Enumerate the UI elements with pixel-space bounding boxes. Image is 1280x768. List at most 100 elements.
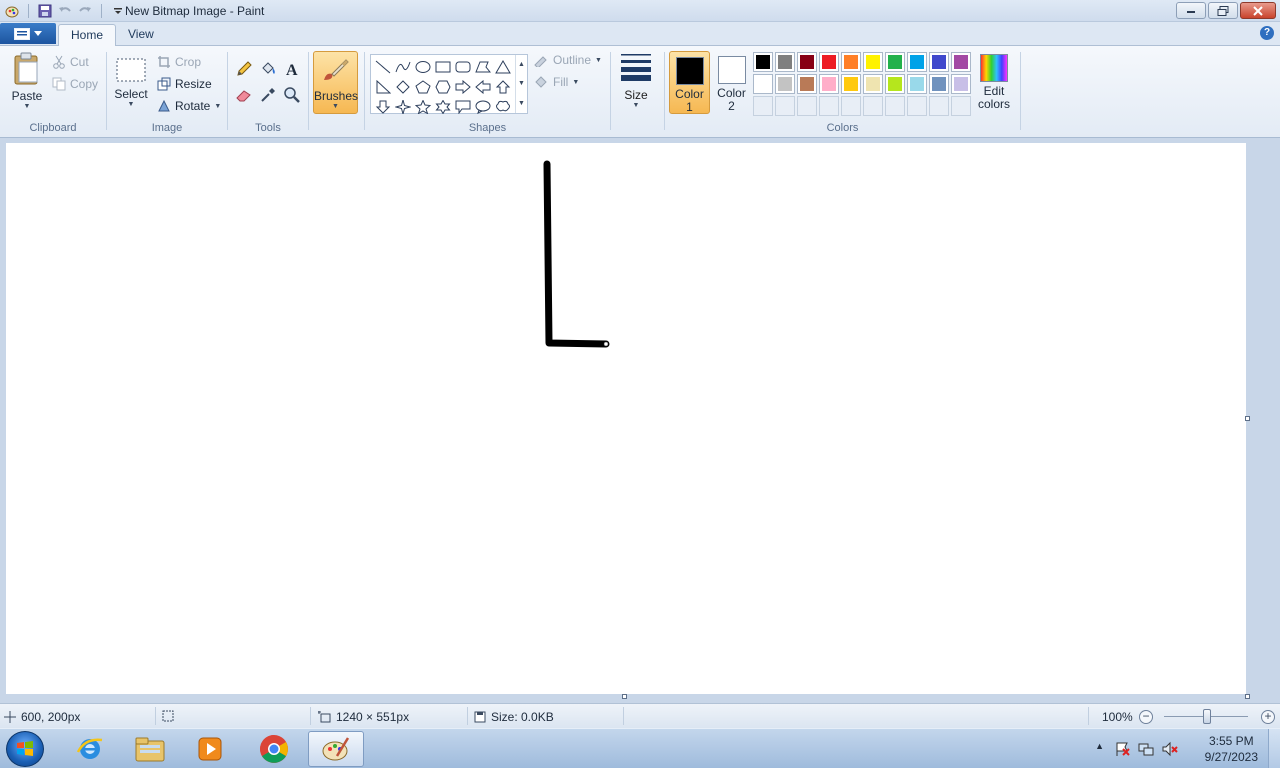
show-hidden-icons-icon[interactable]: ▲	[1095, 741, 1104, 751]
save-icon[interactable]	[37, 3, 53, 19]
network-icon[interactable]	[1138, 741, 1154, 757]
polygon-shape-icon[interactable]	[473, 58, 493, 76]
drawing-canvas[interactable]	[6, 143, 1246, 694]
action-center-flag-icon[interactable]	[1114, 741, 1130, 757]
four-point-star-shape-icon[interactable]	[393, 98, 413, 116]
undo-icon[interactable]	[57, 3, 73, 19]
chevron-down-icon: ▼	[632, 102, 640, 109]
hexagon-shape-icon[interactable]	[433, 78, 453, 96]
five-point-star-shape-icon[interactable]	[413, 98, 433, 116]
copy-button[interactable]: Copy	[52, 77, 98, 91]
cursor-position: 600, 200px	[4, 710, 80, 724]
shapes-scrollbar[interactable]: ▲ ▼ ▼	[515, 55, 527, 113]
resize-button[interactable]: Resize	[157, 77, 212, 91]
size-button[interactable]: Size ▼	[617, 51, 655, 114]
crosshair-icon	[4, 711, 16, 723]
tab-view[interactable]: View	[116, 24, 166, 46]
triangle-shape-icon[interactable]	[493, 58, 513, 76]
clipboard-group: Paste ▼ Cut Copy Clipboard	[0, 48, 106, 136]
tab-home[interactable]: Home	[58, 24, 117, 47]
taskbar-paint[interactable]	[308, 731, 364, 767]
eraser-icon[interactable]	[233, 84, 255, 106]
image-group: Select ▼ Crop Resize Rotate ▼ Image	[107, 48, 227, 136]
paste-icon	[14, 52, 38, 85]
fill-icon[interactable]	[257, 58, 279, 80]
canvas-workspace	[0, 138, 1280, 703]
six-point-star-shape-icon[interactable]	[433, 98, 453, 116]
redo-icon[interactable]	[77, 3, 93, 19]
scroll-up-icon[interactable]: ▲	[518, 61, 525, 68]
diamond-shape-icon[interactable]	[393, 78, 413, 96]
left-arrow-shape-icon[interactable]	[473, 78, 493, 96]
line-shape-icon[interactable]	[373, 58, 393, 76]
taskbar-media-player[interactable]	[182, 731, 238, 767]
resize-handle-corner[interactable]	[1245, 694, 1250, 699]
shapes-gallery: ▲ ▼ ▼	[370, 54, 528, 114]
paint-app-icon[interactable]	[4, 3, 20, 19]
right-arrow-shape-icon[interactable]	[453, 78, 473, 96]
chevron-down-icon: ▼	[572, 78, 580, 86]
magnifier-icon[interactable]	[281, 84, 303, 106]
selection-icon	[162, 710, 174, 722]
taskbar-chrome[interactable]	[246, 731, 302, 767]
rotate-button[interactable]: Rotate ▼	[157, 99, 221, 113]
zoom-out-button[interactable]: −	[1139, 710, 1153, 724]
up-arrow-shape-icon[interactable]	[493, 78, 513, 96]
expand-gallery-icon[interactable]: ▼	[518, 100, 525, 107]
taskbar-file-explorer[interactable]	[122, 731, 178, 767]
colors-group-label: Colors	[826, 122, 859, 134]
rectangular-callout-shape-icon[interactable]	[453, 98, 473, 116]
right-triangle-shape-icon[interactable]	[373, 78, 393, 96]
disk-icon	[474, 711, 486, 723]
outline-icon	[534, 56, 547, 67]
ribbon-tabs: Home View ?	[0, 22, 1280, 47]
resize-handle-bottom[interactable]	[622, 694, 627, 699]
brushes-button[interactable]: Brushes ▼	[313, 51, 358, 114]
canvas-size-text: 1240 × 551px	[336, 710, 410, 724]
fill-bucket-icon	[535, 76, 547, 88]
fill-button[interactable]: Fill ▼	[533, 75, 579, 89]
chevron-down-icon: ▼	[595, 56, 602, 64]
paint-menu-button[interactable]	[0, 23, 56, 44]
zoom-in-button[interactable]: +	[1261, 710, 1275, 724]
pencil-icon[interactable]	[233, 58, 255, 80]
clock[interactable]: 3:55 PM 9/27/2023	[1205, 733, 1258, 765]
pentagon-shape-icon[interactable]	[413, 78, 433, 96]
chevron-down-icon: ▼	[332, 103, 339, 110]
select-button[interactable]: Select ▼	[113, 56, 149, 108]
minimize-button[interactable]	[1176, 2, 1206, 19]
close-button[interactable]	[1240, 2, 1276, 19]
paste-button[interactable]: Paste ▼	[8, 52, 46, 110]
clock-time: 3:55 PM	[1208, 734, 1254, 748]
crop-button[interactable]: Crop	[157, 55, 201, 69]
restore-button[interactable]	[1208, 2, 1238, 19]
line-size-icon	[621, 54, 651, 81]
cut-label: Cut	[70, 55, 89, 69]
color-picker-icon[interactable]	[257, 84, 279, 106]
zoom-slider-thumb[interactable]	[1203, 709, 1211, 724]
help-icon[interactable]: ?	[1260, 26, 1274, 40]
curve-shape-icon[interactable]	[393, 58, 413, 76]
start-button[interactable]	[6, 731, 44, 767]
shapes-group-label: Shapes	[468, 122, 507, 134]
oval-callout-shape-icon[interactable]	[473, 98, 493, 116]
file-explorer-icon	[135, 737, 165, 762]
text-icon[interactable]: A	[281, 58, 303, 80]
colors-group: Colors	[665, 48, 1020, 136]
drawn-stroke	[543, 160, 610, 348]
tools-grid: A	[233, 58, 303, 106]
rounded-rectangle-shape-icon[interactable]	[453, 58, 473, 76]
cut-button[interactable]: Cut	[52, 55, 89, 69]
down-arrow-shape-icon[interactable]	[373, 98, 393, 116]
scroll-down-icon[interactable]: ▼	[518, 80, 525, 87]
resize-handle-right[interactable]	[1245, 416, 1250, 421]
show-desktop-button[interactable]	[1268, 729, 1280, 768]
rectangle-shape-icon[interactable]	[433, 58, 453, 76]
volume-muted-icon[interactable]	[1162, 741, 1178, 757]
taskbar-internet-explorer[interactable]	[62, 731, 118, 767]
outline-button[interactable]: Outline ▼	[533, 53, 602, 67]
oval-shape-icon[interactable]	[413, 58, 433, 76]
cloud-callout-shape-icon[interactable]	[493, 98, 513, 116]
customize-toolbar-icon[interactable]	[110, 3, 126, 19]
paint-icon	[322, 737, 350, 761]
